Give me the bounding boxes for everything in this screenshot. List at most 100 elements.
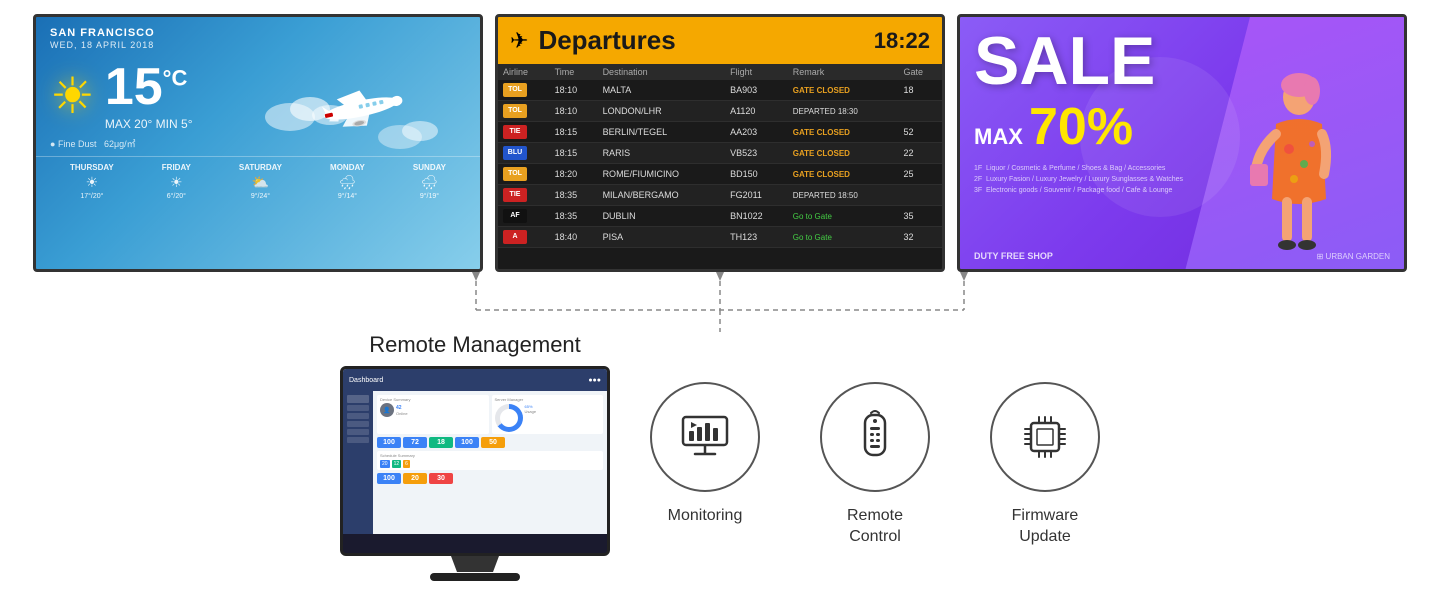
monitor-sidebar <box>343 391 373 534</box>
cell-remark: Go to Gate <box>788 227 899 248</box>
table-row: TOL 18:10 MALTA BA903 GATE CLOSED 18 <box>498 80 942 101</box>
firmware-icon <box>1017 409 1073 465</box>
sale-store-name: DUTY FREE SHOP <box>974 251 1053 261</box>
weather-city: SAN FRANCISCO WED, 18 APRIL 2018 <box>36 17 480 55</box>
max-temp: 20 <box>134 117 147 131</box>
monitor-screen: Dashboard ●●● <box>343 369 607 534</box>
cell-destination: MALTA <box>598 80 726 101</box>
cell-gate: 25 <box>898 164 942 185</box>
management-monitor: Dashboard ●●● <box>340 366 610 556</box>
table-row: TIE 18:15 BERLIN/TEGEL AA203 GATE CLOSED… <box>498 122 942 143</box>
cell-gate: 32 <box>898 227 942 248</box>
cell-flight: A1120 <box>725 101 788 122</box>
col-remark: Remark <box>788 64 899 80</box>
airline-logo: TOL <box>503 104 527 118</box>
table-row: BLU 18:15 RARIS VB523 GATE CLOSED 22 <box>498 143 942 164</box>
cell-destination: ROME/FIUMICINO <box>598 164 726 185</box>
table-row: TOL 18:10 LONDON/LHR A1120 DEPARTED 18:3… <box>498 101 942 122</box>
min-temp: 5 <box>181 117 188 131</box>
cell-time: 18:35 <box>550 206 598 227</box>
management-area: Remote Management Dashboard ●●● <box>340 332 610 581</box>
cell-airline: A <box>498 227 550 248</box>
monitoring-label: Monitoring <box>668 506 743 527</box>
monitoring-circle <box>650 382 760 492</box>
dep-header-left: ✈ Departures <box>510 25 676 56</box>
airplane-illustration <box>260 77 460 177</box>
table-row: A 18:40 PISA TH123 Go to Gate 32 <box>498 227 942 248</box>
weather-minmax: MAX 20° MIN 5° <box>105 117 193 131</box>
cell-gate: 22 <box>898 143 942 164</box>
cell-flight: BN1022 <box>725 206 788 227</box>
cell-flight: BD150 <box>725 164 788 185</box>
cell-time: 18:40 <box>550 227 598 248</box>
cell-time: 18:10 <box>550 101 598 122</box>
sale-brand-logo: ⊞ URBAN GARDEN <box>1317 252 1390 261</box>
firmware-update-label: Firmware Update <box>1012 506 1079 548</box>
features-area: Monitoring <box>650 382 1100 548</box>
airline-logo: TOL <box>503 167 527 181</box>
cell-airline: TOL <box>498 101 550 122</box>
weather-forecast: THURSDAY ☀ 17°/20° FRIDAY ☀ 6°/20° SATUR… <box>36 156 480 200</box>
monitor-card-1: Device Summary 👤 42 Online <box>377 395 489 434</box>
cell-flight: VB523 <box>725 143 788 164</box>
cell-time: 18:20 <box>550 164 598 185</box>
cell-time: 18:15 <box>550 143 598 164</box>
city-name: SAN FRANCISCO <box>50 27 155 39</box>
departures-screen-wrapper: ✈ Departures 18:22 Airline Time Destinat… <box>495 14 945 272</box>
col-flight: Flight <box>725 64 788 80</box>
monitor-schedule: Schedule Summary 20 12 6 <box>377 451 603 470</box>
cell-time: 18:15 <box>550 122 598 143</box>
cell-gate: 52 <box>898 122 942 143</box>
sale-screen-wrapper: SALE MAX 70% 1F Liquor / Cosmetic & Perf… <box>957 14 1407 272</box>
departures-tbody: TOL 18:10 MALTA BA903 GATE CLOSED 18 TOL… <box>498 80 942 248</box>
weather-screen-wrapper: SAN FRANCISCO WED, 18 APRIL 2018 <box>33 14 483 272</box>
stat-72: 72 <box>403 437 427 448</box>
temp-value: 15 <box>105 58 163 116</box>
monitor-body: Device Summary 👤 42 Online <box>343 391 607 534</box>
departures-plane-icon: ✈ <box>510 28 528 54</box>
cell-flight: AA203 <box>725 122 788 143</box>
weather-screen: SAN FRANCISCO WED, 18 APRIL 2018 <box>33 14 483 272</box>
monitor-card-2: Server Manager 65% Usage <box>492 395 604 434</box>
table-header-row: Airline Time Destination Flight Remark G… <box>498 64 942 80</box>
col-destination: Destination <box>598 64 726 80</box>
cell-destination: DUBLIN <box>598 206 726 227</box>
departures-title: Departures <box>538 25 675 56</box>
fine-dust: ● Fine Dust 62μg/㎥ <box>36 137 480 156</box>
col-airline: Airline <box>498 64 550 80</box>
cell-gate: 18 <box>898 80 942 101</box>
sale-heading: SALE <box>974 27 1390 95</box>
feature-firmware-update: Firmware Update <box>990 382 1100 548</box>
departures-time: 18:22 <box>874 28 930 54</box>
monitoring-icon <box>677 409 733 465</box>
sale-screen: SALE MAX 70% 1F Liquor / Cosmetic & Perf… <box>957 14 1407 272</box>
forecast-sunday: SUNDAY 🌧 9°/19° <box>413 163 446 200</box>
forecast-thursday: THURSDAY ☀ 17°/20° <box>70 163 114 200</box>
table-row: TOL 18:20 ROME/FIUMICINO BD150 GATE CLOS… <box>498 164 942 185</box>
screens-row: SAN FRANCISCO WED, 18 APRIL 2018 <box>0 0 1440 272</box>
cell-remark: GATE CLOSED <box>788 143 899 164</box>
weather-temperature: 15°C <box>105 61 193 113</box>
stat-20: 20 <box>403 473 427 484</box>
monitor-app-title: Dashboard <box>349 377 383 384</box>
stat-100c: 100 <box>377 473 401 484</box>
connector-lines-svg <box>251 272 1189 332</box>
monitor-content: Device Summary 👤 42 Online <box>373 391 607 534</box>
cell-gate: 35 <box>898 206 942 227</box>
sale-percent: 70% <box>1029 98 1133 156</box>
remote-control-label: Remote Control <box>847 506 903 548</box>
forecast-monday: MONDAY 🌧 9°/14° <box>330 163 365 200</box>
airline-logo: TOL <box>503 83 527 97</box>
cell-airline: TIE <box>498 122 550 143</box>
cell-destination: PISA <box>598 227 726 248</box>
sale-max-line: MAX 70% <box>974 97 1390 157</box>
cell-remark: GATE CLOSED <box>788 164 899 185</box>
cell-airline: BLU <box>498 143 550 164</box>
temp-unit: °C <box>163 66 188 91</box>
cell-remark: DEPARTED 18:30 <box>788 101 899 122</box>
cell-remark: GATE CLOSED <box>788 80 899 101</box>
cell-flight: BA903 <box>725 80 788 101</box>
management-label: Remote Management <box>369 332 581 358</box>
feature-remote-control: Remote Control <box>820 382 930 548</box>
cell-destination: LONDON/LHR <box>598 101 726 122</box>
